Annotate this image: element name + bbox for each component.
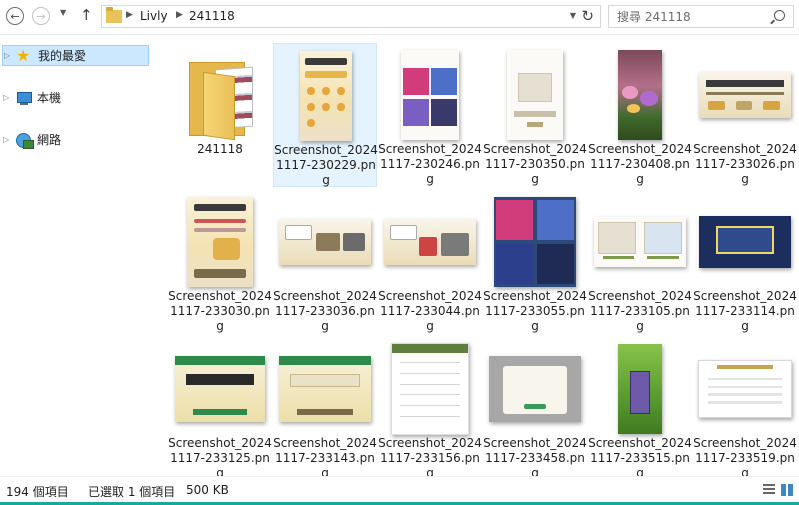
- file-item[interactable]: Screenshot_20241117-233044.png: [378, 190, 482, 334]
- image-thumbnail: [391, 343, 469, 435]
- file-name: Screenshot_20241117-233515.png: [588, 436, 692, 480]
- file-list: 241118 Screenshot_20241117-230229.png Sc…: [160, 35, 799, 480]
- file-name: Screenshot_20241117-233105.png: [588, 289, 692, 333]
- file-name: Screenshot_20241117-233026.png: [693, 142, 797, 186]
- recent-locations-chevron-icon[interactable]: ▼: [60, 8, 66, 17]
- refresh-icon[interactable]: ↻: [581, 7, 594, 25]
- file-name: Screenshot_20241117-233458.png: [483, 436, 587, 480]
- image-thumbnail: [401, 50, 459, 140]
- file-name: Screenshot_20241117-233036.png: [273, 289, 377, 333]
- file-item[interactable]: Screenshot_20241117-233519.png: [693, 337, 797, 481]
- file-name: Screenshot_20241117-230408.png: [588, 142, 692, 186]
- file-item[interactable]: Screenshot_20241117-233458.png: [483, 337, 587, 481]
- selection-count: 已選取 1 個項目: [88, 485, 176, 499]
- file-name: Screenshot_20241117-233519.png: [693, 436, 797, 480]
- file-item[interactable]: Screenshot_20241117-230350.png: [483, 43, 587, 187]
- nav-item-label: 本機: [37, 91, 62, 105]
- expand-arrow-icon[interactable]: ▷: [4, 51, 14, 60]
- image-thumbnail: [594, 217, 686, 267]
- nav-item-this-pc[interactable]: ▷ 本機: [2, 87, 149, 108]
- search-icon[interactable]: [774, 10, 785, 21]
- file-item[interactable]: Screenshot_20241117-233114.png: [693, 190, 797, 334]
- file-item[interactable]: Screenshot_20241117-233030.png: [168, 190, 272, 334]
- nav-item-label: 網路: [37, 133, 62, 147]
- arrow-left-icon: ←: [10, 9, 20, 23]
- image-thumbnail: [279, 219, 371, 265]
- image-thumbnail: [384, 219, 476, 265]
- back-button[interactable]: ←: [6, 7, 24, 25]
- file-name: Screenshot_20241117-233044.png: [378, 289, 482, 333]
- folder-icon: [185, 54, 255, 141]
- folder-icon: [106, 7, 122, 23]
- computer-icon: [15, 90, 33, 106]
- image-thumbnail: [507, 50, 563, 140]
- file-name: Screenshot_20241117-233030.png: [168, 289, 272, 333]
- file-name: Screenshot_20241117-233114.png: [693, 289, 797, 333]
- image-thumbnail: [494, 197, 576, 287]
- file-name: 241118: [197, 142, 243, 156]
- image-thumbnail: [698, 360, 792, 418]
- nav-item-label: 我的最愛: [38, 49, 87, 63]
- arrow-right-icon: →: [36, 9, 46, 23]
- up-button[interactable]: ↑: [80, 6, 93, 24]
- navigation-pane: ▷ ★ 我的最愛 ▷ 本機 ▷ 網路: [0, 35, 155, 476]
- breadcrumb-livly[interactable]: Livly: [140, 9, 168, 23]
- details-view-icon[interactable]: [763, 484, 775, 496]
- address-toolbar: ← → ▼ ↑ ▶ Livly ▶ 241118 ▼ ↻: [0, 0, 799, 35]
- file-item[interactable]: Screenshot_20241117-233026.png: [693, 43, 797, 187]
- folder-item[interactable]: 241118: [168, 43, 272, 187]
- breadcrumb-separator-icon[interactable]: ▶: [126, 10, 133, 20]
- file-item[interactable]: Screenshot_20241117-230229.png: [273, 43, 378, 187]
- image-thumbnail: [279, 356, 371, 422]
- file-name: Screenshot_20241117-230229.png: [274, 143, 378, 187]
- image-thumbnail: [489, 356, 581, 422]
- file-item[interactable]: Screenshot_20241117-233055.png: [483, 190, 587, 334]
- large-icons-view-icon[interactable]: [781, 484, 793, 496]
- file-item[interactable]: Screenshot_20241117-233036.png: [273, 190, 377, 334]
- expand-arrow-icon[interactable]: ▷: [3, 93, 13, 102]
- nav-item-network[interactable]: ▷ 網路: [2, 129, 149, 150]
- file-name: Screenshot_20241117-233055.png: [483, 289, 587, 333]
- file-item[interactable]: Screenshot_20241117-233143.png: [273, 337, 377, 481]
- image-thumbnail: [699, 216, 791, 268]
- search-input[interactable]: [617, 8, 767, 25]
- image-thumbnail: [618, 344, 662, 434]
- nav-item-favorites[interactable]: ▷ ★ 我的最愛: [2, 45, 149, 66]
- file-name: Screenshot_20241117-230246.png: [378, 142, 482, 186]
- image-thumbnail: [618, 50, 662, 140]
- file-name: Screenshot_20241117-233125.png: [168, 436, 272, 480]
- image-thumbnail: [699, 72, 791, 118]
- image-thumbnail: [300, 51, 352, 141]
- image-thumbnail: [175, 356, 265, 422]
- search-box[interactable]: [608, 5, 794, 28]
- file-item[interactable]: Screenshot_20241117-233156.png: [378, 337, 482, 481]
- star-icon: ★: [16, 45, 31, 65]
- file-item[interactable]: Screenshot_20241117-233515.png: [588, 337, 692, 481]
- file-item[interactable]: Screenshot_20241117-233125.png: [168, 337, 272, 481]
- forward-button[interactable]: →: [32, 7, 50, 25]
- breadcrumb-separator-icon[interactable]: ▶: [176, 10, 183, 20]
- network-icon: [15, 132, 34, 149]
- address-bar[interactable]: ▶ Livly ▶ 241118 ▼ ↻: [101, 5, 601, 28]
- item-count: 194 個項目: [6, 485, 69, 499]
- file-name: Screenshot_20241117-233143.png: [273, 436, 377, 480]
- file-item[interactable]: Screenshot_20241117-233105.png: [588, 190, 692, 334]
- file-name: Screenshot_20241117-233156.png: [378, 436, 482, 480]
- breadcrumb-current-folder[interactable]: 241118: [189, 9, 235, 23]
- selection-size: 500 KB: [186, 483, 229, 497]
- address-history-chevron-icon[interactable]: ▼: [570, 11, 576, 20]
- file-name: Screenshot_20241117-230350.png: [483, 142, 587, 186]
- expand-arrow-icon[interactable]: ▷: [3, 135, 13, 144]
- status-bar: 194 個項目 已選取 1 個項目 500 KB: [0, 476, 799, 505]
- image-thumbnail: [187, 197, 253, 287]
- file-item[interactable]: Screenshot_20241117-230246.png: [378, 43, 482, 187]
- file-item[interactable]: Screenshot_20241117-230408.png: [588, 43, 692, 187]
